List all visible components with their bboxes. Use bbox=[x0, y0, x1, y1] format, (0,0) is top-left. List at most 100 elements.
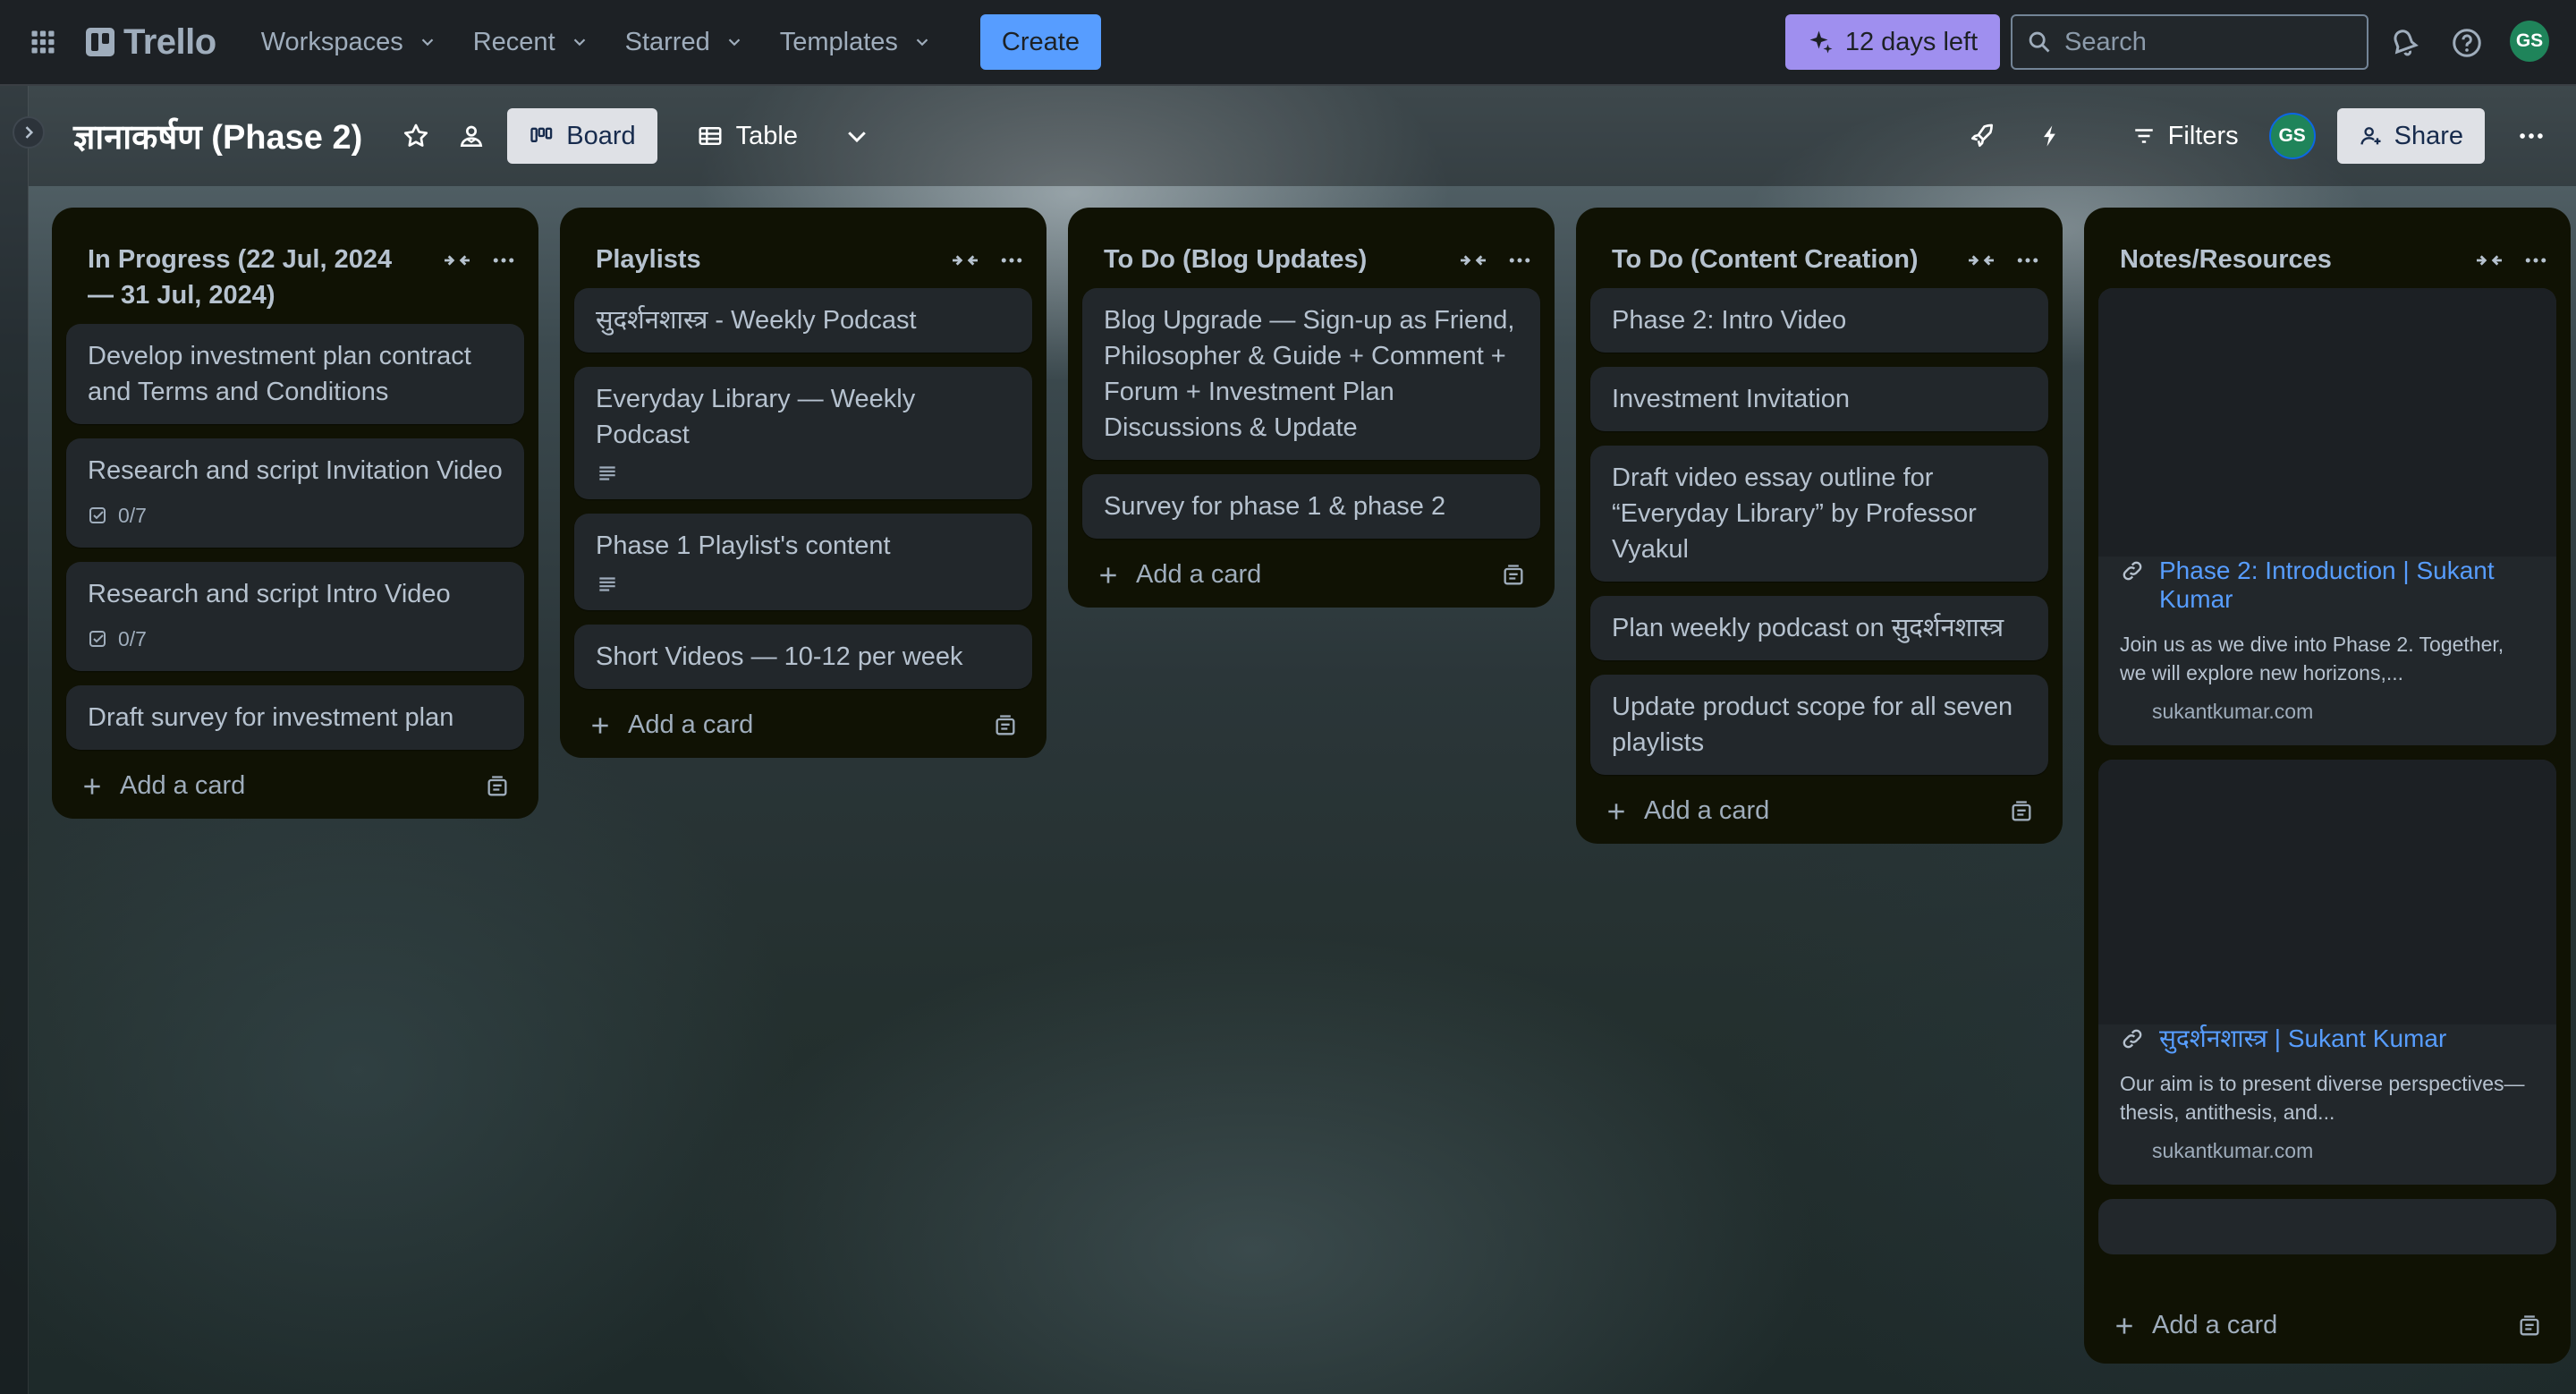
description-badge bbox=[596, 462, 1011, 485]
board-member-avatar[interactable]: GS bbox=[2268, 113, 2316, 159]
link-card[interactable]: Phase 2: Introduction | Sukant Kumar Joi… bbox=[2098, 288, 2556, 745]
list-card[interactable]: Research and script Invitation Video 0/7 bbox=[66, 438, 524, 548]
list-card[interactable]: Update product scope for all seven playl… bbox=[1590, 675, 2048, 775]
power-ups-rocket-icon[interactable] bbox=[1964, 118, 2000, 154]
plus-icon bbox=[84, 778, 100, 795]
list-notes-resources: Notes/Resources Phase 2: Introduction | … bbox=[2084, 208, 2571, 1364]
add-card-button[interactable]: Add a card bbox=[1605, 796, 1769, 826]
link-domain: sukantkumar.com bbox=[2152, 700, 2314, 723]
filter-icon bbox=[2134, 129, 2153, 143]
link-card-partial[interactable] bbox=[2098, 1199, 2556, 1254]
filters-button[interactable]: Filters bbox=[2123, 122, 2248, 151]
share-button[interactable]: Share bbox=[2336, 108, 2485, 164]
list-card[interactable]: Short Videos — 10-12 per week bbox=[574, 625, 1032, 689]
board-title[interactable]: ज्ञानाकर्षण (Phase 2) bbox=[73, 113, 362, 159]
top-navigation: Trello Workspaces Recent Starred Templat… bbox=[0, 0, 2576, 86]
list-card[interactable]: Survey for phase 1 & phase 2 bbox=[1082, 474, 1540, 539]
search-placeholder: Search bbox=[2064, 27, 2147, 56]
create-from-template-icon[interactable] bbox=[1501, 563, 1526, 588]
trello-logo[interactable]: Trello bbox=[86, 22, 216, 63]
create-from-template-icon[interactable] bbox=[2517, 1313, 2542, 1339]
board-view-button[interactable]: Board bbox=[507, 108, 657, 164]
list-menu-ellipsis-icon[interactable] bbox=[2014, 247, 2041, 274]
list-card[interactable]: Draft survey for investment plan bbox=[66, 685, 524, 750]
star-icon[interactable] bbox=[398, 118, 434, 154]
list-card[interactable]: Draft video essay outline for “Everyday … bbox=[1590, 446, 2048, 582]
create-from-template-icon[interactable] bbox=[485, 774, 510, 799]
card-title: सुदर्शनशास्त्र - Weekly Podcast bbox=[596, 306, 917, 335]
collapse-list-icon[interactable] bbox=[950, 248, 980, 273]
templates-menu[interactable]: Templates bbox=[762, 14, 950, 70]
visibility-workspace-icon[interactable] bbox=[453, 118, 489, 154]
list-card[interactable]: Phase 1 Playlist's content bbox=[574, 514, 1032, 610]
notifications-bell-icon[interactable] bbox=[2385, 23, 2424, 63]
list-title[interactable]: Playlists bbox=[596, 242, 927, 277]
more-views-chevron-icon[interactable] bbox=[839, 118, 875, 154]
list-playlists: Playlists सुदर्शनशास्त्र - Weekly Podcas… bbox=[560, 208, 1046, 758]
chevron-down-icon bbox=[728, 38, 741, 47]
search-input[interactable]: Search bbox=[2011, 14, 2368, 70]
list-todo-blog-updates: To Do (Blog Updates) Blog Upgrade — Sign… bbox=[1068, 208, 1555, 608]
starred-menu[interactable]: Starred bbox=[607, 14, 762, 70]
add-card-row: Add a card bbox=[1590, 789, 2048, 829]
card-title: Survey for phase 1 & phase 2 bbox=[1104, 492, 1446, 521]
description-icon bbox=[599, 466, 615, 480]
table-view-icon bbox=[699, 127, 722, 145]
list-card[interactable]: Phase 2: Intro Video bbox=[1590, 288, 2048, 353]
trial-days-left-button[interactable]: 12 days left bbox=[1785, 14, 2000, 70]
add-card-row: Add a card bbox=[66, 764, 524, 804]
starred-label: Starred bbox=[624, 27, 710, 56]
collapse-list-icon[interactable] bbox=[1966, 248, 1996, 273]
list-card[interactable]: Develop investment plan contract and Ter… bbox=[66, 324, 524, 424]
link-title[interactable]: Phase 2: Introduction | Sukant Kumar bbox=[2159, 557, 2535, 614]
list-title[interactable]: To Do (Blog Updates) bbox=[1104, 242, 1435, 277]
workspaces-menu[interactable]: Workspaces bbox=[243, 14, 455, 70]
board-view-icon bbox=[530, 127, 553, 142]
list-menu-ellipsis-icon[interactable] bbox=[2522, 247, 2549, 274]
collapse-list-icon[interactable] bbox=[2474, 248, 2504, 273]
list-card[interactable]: Blog Upgrade — Sign-up as Friend, Philos… bbox=[1082, 288, 1540, 460]
add-card-row: Add a card bbox=[574, 703, 1032, 744]
list-title[interactable]: In Progress (22 Jul, 2024 — 31 Jul, 2024… bbox=[88, 242, 419, 313]
search-icon bbox=[2029, 31, 2050, 53]
automation-lightning-icon[interactable] bbox=[2032, 118, 2068, 154]
checklist-count: 0/7 bbox=[118, 504, 147, 527]
collapse-list-icon[interactable] bbox=[442, 248, 472, 273]
add-card-button[interactable]: Add a card bbox=[1097, 560, 1261, 590]
recent-menu[interactable]: Recent bbox=[455, 14, 607, 70]
list-title[interactable]: To Do (Content Creation) bbox=[1612, 242, 1943, 277]
app-switcher-icon[interactable] bbox=[16, 15, 70, 69]
plus-icon bbox=[1608, 803, 1624, 820]
add-card-button[interactable]: Add a card bbox=[80, 771, 245, 801]
list-menu-ellipsis-icon[interactable] bbox=[998, 247, 1025, 274]
list-card[interactable]: सुदर्शनशास्त्र - Weekly Podcast bbox=[574, 288, 1032, 353]
account-avatar[interactable]: GS bbox=[2510, 21, 2549, 62]
list-title[interactable]: Notes/Resources bbox=[2120, 242, 2451, 277]
create-from-template-icon[interactable] bbox=[993, 713, 1018, 738]
expand-sidebar-button[interactable] bbox=[13, 116, 45, 149]
list-menu-ellipsis-icon[interactable] bbox=[1506, 247, 1533, 274]
list-card[interactable]: Plan weekly podcast on सुदर्शनशास्त्र bbox=[1590, 596, 2048, 660]
card-title: Research and script Invitation Video bbox=[88, 456, 503, 485]
description-icon bbox=[599, 577, 615, 591]
add-card-button[interactable]: Add a card bbox=[589, 710, 753, 740]
add-card-row: Add a card bbox=[1082, 553, 1540, 593]
add-card-button[interactable]: Add a card bbox=[2113, 1311, 2277, 1340]
create-button[interactable]: Create bbox=[979, 14, 1101, 70]
card-title: Blog Upgrade — Sign-up as Friend, Philos… bbox=[1104, 306, 1515, 442]
help-icon[interactable] bbox=[2447, 23, 2487, 63]
card-title: Update product scope for all seven playl… bbox=[1612, 693, 2013, 757]
card-title: Investment Invitation bbox=[1612, 385, 1850, 413]
list-menu-ellipsis-icon[interactable] bbox=[490, 247, 517, 274]
link-card[interactable]: सुदर्शनशास्त्र | Sukant Kumar Our aim is… bbox=[2098, 760, 2556, 1185]
checklist-badge: 0/7 bbox=[88, 497, 503, 533]
board-menu-ellipsis-icon[interactable] bbox=[2513, 118, 2549, 154]
table-view-button[interactable]: Table bbox=[675, 108, 819, 164]
create-from-template-icon[interactable] bbox=[2009, 799, 2034, 824]
list-card[interactable]: Everyday Library — Weekly Podcast bbox=[574, 367, 1032, 499]
list-card[interactable]: Research and script Intro Video 0/7 bbox=[66, 562, 524, 671]
collapse-list-icon[interactable] bbox=[1458, 248, 1488, 273]
checklist-icon bbox=[89, 631, 106, 647]
list-card[interactable]: Investment Invitation bbox=[1590, 367, 2048, 431]
link-title[interactable]: सुदर्शनशास्त्र | Sukant Kumar bbox=[2159, 1024, 2446, 1053]
